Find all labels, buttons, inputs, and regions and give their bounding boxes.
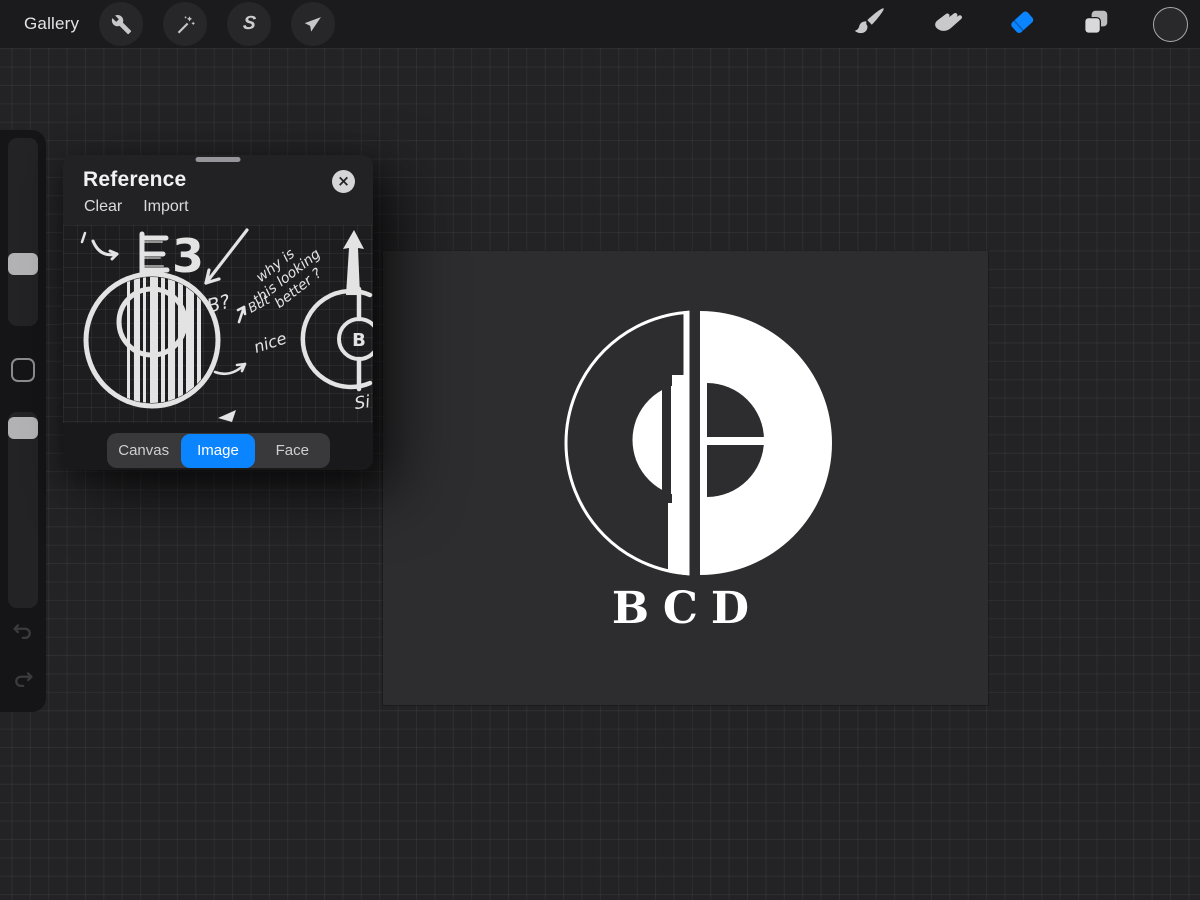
brush-size-slider[interactable] — [8, 138, 38, 326]
reference-footer: Canvas Image Face — [63, 423, 373, 470]
reference-image[interactable]: 3 why is this looking better ? B? — [63, 225, 373, 423]
undo-button[interactable] — [10, 619, 36, 645]
magic-wand-icon — [175, 14, 196, 35]
transform-icon — [303, 14, 324, 35]
brush-sidebar — [0, 130, 46, 712]
layers-icon — [1081, 7, 1111, 42]
modify-button[interactable] — [11, 358, 35, 382]
sketch-number: 3 — [172, 229, 204, 283]
smudge-button[interactable] — [929, 5, 963, 44]
opacity-handle[interactable] — [8, 417, 38, 439]
redo-icon — [10, 667, 36, 693]
eraser-button[interactable] — [1005, 5, 1039, 44]
brush-icon — [853, 5, 887, 44]
top-toolbar: Gallery S — [0, 0, 1200, 48]
wrench-icon — [111, 14, 132, 35]
tab-image[interactable]: Image — [181, 434, 255, 468]
eraser-icon — [1005, 5, 1039, 44]
reference-tab-group: Canvas Image Face — [107, 433, 330, 468]
reference-panel[interactable]: Reference × Clear Import 3 — [63, 155, 373, 470]
actions-button[interactable] — [99, 2, 143, 46]
tab-face[interactable]: Face — [255, 434, 329, 467]
bcd-logo: BCD — [383, 251, 988, 705]
brush-size-handle[interactable] — [8, 253, 38, 275]
sketch-nice: nice — [251, 328, 289, 356]
transform-button[interactable] — [291, 2, 335, 46]
brush-button[interactable] — [853, 5, 887, 44]
panel-title: Reference — [83, 168, 332, 192]
clear-button[interactable]: Clear — [84, 198, 122, 216]
left-tool-group: S — [99, 2, 335, 46]
selection-button[interactable]: S — [227, 2, 271, 46]
close-icon[interactable]: × — [332, 170, 355, 193]
selection-icon: S — [242, 13, 257, 35]
panel-drag-handle[interactable] — [196, 157, 241, 162]
import-button[interactable]: Import — [143, 198, 188, 216]
undo-icon — [10, 619, 36, 645]
tab-canvas[interactable]: Canvas — [107, 434, 181, 467]
gallery-button[interactable]: Gallery — [24, 14, 79, 34]
redo-button[interactable] — [10, 667, 36, 693]
layers-button[interactable] — [1081, 7, 1111, 42]
sketch-b-circle: B — [352, 330, 366, 351]
sketch-si: Si — [353, 392, 371, 414]
reference-sketch: 3 why is this looking better ? B? — [63, 225, 373, 423]
adjustments-button[interactable] — [163, 2, 207, 46]
logo-wordmark: BCD — [612, 583, 762, 634]
drawing-canvas[interactable]: BCD — [383, 251, 988, 705]
smudge-icon — [929, 5, 963, 44]
reference-actions: Clear Import — [63, 193, 373, 216]
opacity-slider[interactable] — [8, 412, 38, 608]
color-swatch[interactable] — [1153, 7, 1188, 42]
right-tool-group — [853, 5, 1188, 44]
